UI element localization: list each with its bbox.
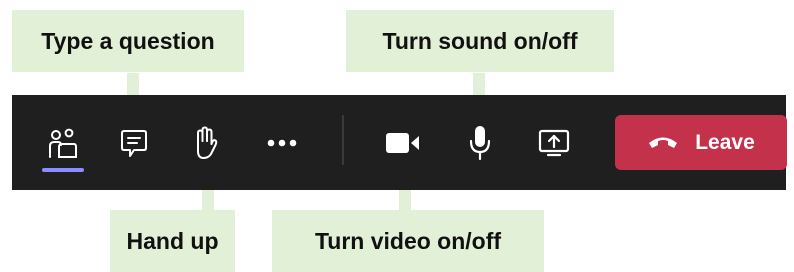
- raise-hand-button[interactable]: [179, 95, 231, 190]
- raise-hand-icon: [190, 126, 220, 160]
- chat-button[interactable]: [108, 95, 160, 190]
- connector-type-question: [127, 73, 139, 97]
- camera-button[interactable]: [375, 95, 431, 190]
- hang-up-icon: [647, 131, 679, 155]
- callout-type-question: Type a question: [12, 10, 244, 72]
- leave-button[interactable]: Leave: [615, 115, 787, 170]
- active-tab-indicator: [42, 168, 84, 172]
- share-screen-button[interactable]: [526, 95, 582, 190]
- leave-label: Leave: [695, 130, 755, 154]
- people-button[interactable]: [36, 95, 88, 190]
- microphone-icon: [468, 125, 492, 161]
- callout-video: Turn video on/off: [272, 210, 544, 272]
- meeting-toolbar: Leave: [12, 95, 787, 190]
- share-screen-icon: [538, 129, 570, 157]
- callout-hand-up: Hand up: [110, 210, 235, 272]
- toolbar-divider: [342, 115, 344, 165]
- chat-icon: [120, 128, 148, 158]
- more-options-button[interactable]: [256, 95, 308, 190]
- camera-icon: [386, 132, 420, 153]
- callout-sound: Turn sound on/off: [346, 10, 614, 72]
- more-options-icon: [267, 139, 297, 147]
- people-icon: [45, 126, 79, 160]
- microphone-button[interactable]: [452, 95, 508, 190]
